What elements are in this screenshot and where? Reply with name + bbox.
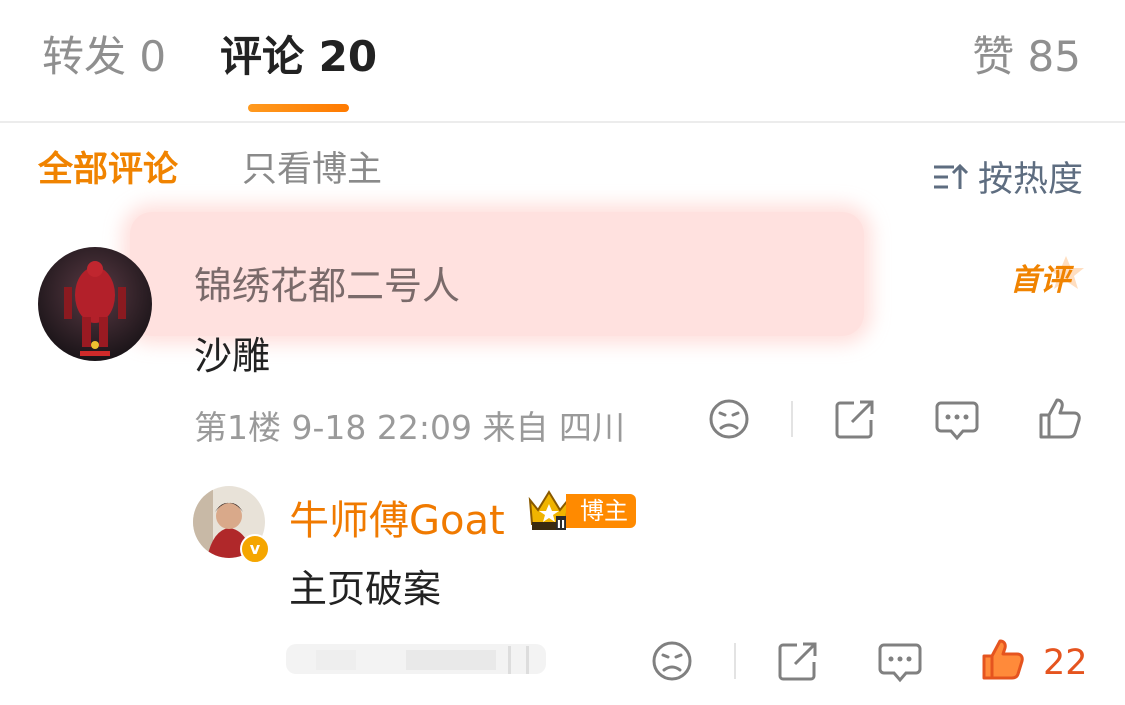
tab-comments[interactable]: 评论 20 [220, 36, 377, 78]
sort-icon [932, 162, 968, 192]
tab-likes[interactable]: 赞 85 [972, 36, 1081, 78]
first-comment-label: 首评 [1010, 263, 1075, 298]
reply-username[interactable]: 牛师傅Goat [289, 488, 505, 546]
comment-text: 沙雕 [194, 334, 271, 378]
share-icon[interactable] [777, 640, 819, 682]
reply-text: 主页破案 [289, 567, 442, 611]
filter-author-only[interactable]: 只看博主 [242, 153, 382, 188]
avatar[interactable] [38, 247, 152, 361]
first-comment-badge: 首评 [1008, 254, 1088, 304]
action-separator [734, 643, 736, 679]
share-icon[interactable] [834, 398, 876, 440]
sort-label: 按热度 [977, 160, 1083, 200]
dislike-icon[interactable] [651, 640, 693, 682]
svg-text:II: II [557, 518, 565, 531]
filter-all-comments[interactable]: 全部评论 [38, 153, 178, 188]
comment-meta: 第1楼 9-18 22:09 来自 四川 [194, 408, 625, 447]
tab-repost[interactable]: 转发 0 [42, 36, 166, 78]
divider [0, 121, 1125, 123]
dislike-icon[interactable] [708, 398, 750, 440]
blurred-reply-meta [286, 644, 546, 674]
verified-badge: v [240, 534, 270, 564]
action-separator [791, 401, 793, 437]
comment-icon[interactable] [878, 641, 922, 683]
like-icon[interactable] [1038, 396, 1082, 440]
comment-icon[interactable] [935, 401, 979, 441]
liked-icon[interactable] [981, 637, 1025, 681]
author-badge: 博主 [566, 494, 636, 528]
active-tab-indicator [248, 104, 349, 112]
sort-button[interactable]: 按热度 [932, 151, 1083, 202]
comment-username[interactable]: 锦绣花都二号人 [194, 255, 460, 310]
like-count: 22 [1043, 643, 1088, 683]
